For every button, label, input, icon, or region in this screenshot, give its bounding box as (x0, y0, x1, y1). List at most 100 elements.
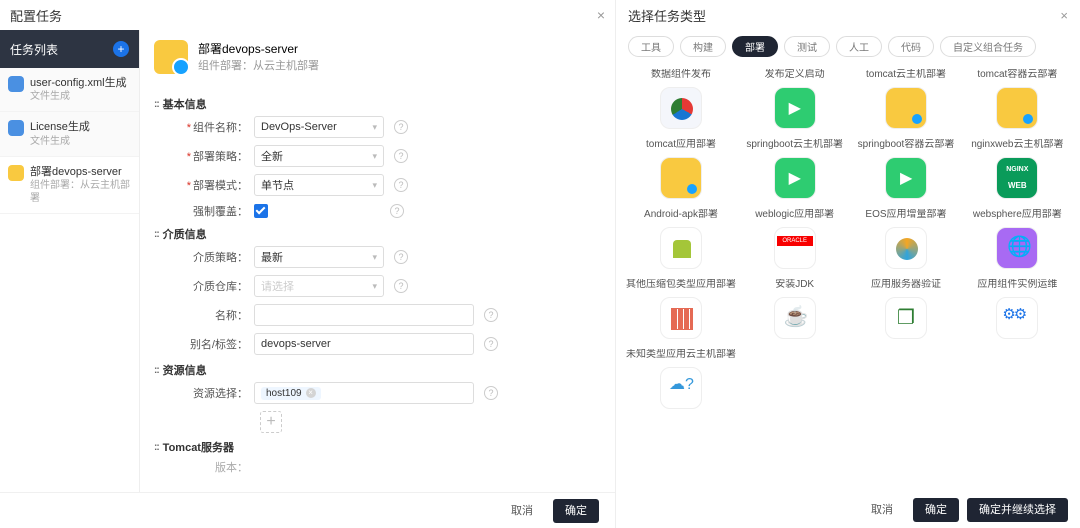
component-select[interactable]: DevOps-Server ▾ (254, 116, 384, 138)
task-type-card[interactable]: 未知类型应用云主机部署 (626, 349, 736, 409)
label-version: 版本： (154, 459, 254, 475)
chevron-down-icon: ▾ (372, 151, 377, 162)
help-icon[interactable]: ? (390, 204, 404, 218)
tab-工具[interactable]: 工具 (628, 36, 674, 57)
label-alias: 别名/标签： (154, 336, 254, 352)
help-icon[interactable]: ? (394, 149, 408, 163)
sidebar-item[interactable]: user-config.xml生成文件生成 (0, 68, 139, 112)
mode-select[interactable]: 单节点 ▾ (254, 174, 384, 196)
andr-icon (660, 227, 702, 269)
name-input[interactable] (254, 304, 474, 326)
task-type-card[interactable]: tomcat云主机部署 (853, 69, 958, 129)
help-icon[interactable]: ? (484, 386, 498, 400)
green-icon (774, 87, 816, 129)
card-label: weblogic应用部署 (755, 209, 834, 221)
task-type-card[interactable]: springboot容器云部署 (853, 139, 958, 199)
label-mode: 部署模式： (193, 180, 248, 192)
right-cancel-button[interactable]: 取消 (859, 498, 905, 522)
sidebar-item-sub: 文件生成 (30, 135, 90, 148)
add-resource-button[interactable]: + (260, 411, 282, 433)
cube-icon (885, 297, 927, 339)
tab-部署[interactable]: 部署 (732, 36, 778, 57)
card-label: 安装JDK (775, 279, 814, 291)
task-type-card[interactable]: EOS应用增量部署 (853, 209, 958, 269)
card-label: nginxweb云主机部署 (971, 139, 1063, 151)
card-label: 应用服务器验证 (871, 279, 941, 291)
task-type-card[interactable]: nginxweb云主机部署 (965, 139, 1070, 199)
tom-icon (885, 87, 927, 129)
task-type-card[interactable]: 发布定义启动 (742, 69, 847, 129)
chevron-down-icon: ▾ (372, 180, 377, 191)
media-repo-select[interactable]: 请选择 ▾ (254, 275, 384, 297)
ok-button[interactable]: 确定 (553, 499, 599, 523)
task-tomcat-icon (154, 40, 188, 74)
gears-icon (996, 297, 1038, 339)
left-close-icon[interactable]: × (597, 7, 605, 23)
task-type-card[interactable]: 其他压缩包类型应用部署 (626, 279, 736, 339)
task-type-card[interactable]: 数据组件发布 (626, 69, 736, 129)
sidebar-item-sub: 组件部署：从云主机部署 (30, 179, 131, 205)
section-media: 介质信息 (154, 226, 601, 242)
help-icon[interactable]: ? (394, 120, 408, 134)
label-media-repo: 介质仓库： (154, 278, 254, 294)
chevron-down-icon: ▾ (372, 122, 377, 133)
right-close-icon[interactable]: × (1060, 8, 1068, 23)
cancel-button[interactable]: 取消 (499, 499, 545, 523)
sidebar-item[interactable]: License生成文件生成 (0, 112, 139, 156)
card-label: Android-apk部署 (644, 209, 718, 221)
task-type-card[interactable]: weblogic应用部署 (742, 209, 847, 269)
tab-测试[interactable]: 测试 (784, 36, 830, 57)
task-type-card[interactable]: tomcat应用部署 (626, 139, 736, 199)
green-icon (885, 157, 927, 199)
sidebar-header: 任务列表 + (0, 30, 139, 68)
tab-代码[interactable]: 代码 (888, 36, 934, 57)
label-force: 强制覆盖： (154, 203, 254, 219)
label-name: 名称： (154, 307, 254, 323)
section-basic: 基本信息 (154, 96, 601, 112)
strategy-select[interactable]: 全新 ▾ (254, 145, 384, 167)
task-type-card[interactable]: Android-apk部署 (626, 209, 736, 269)
java-icon (774, 297, 816, 339)
cloud-icon (660, 367, 702, 409)
sidebar-header-label: 任务列表 (10, 41, 58, 58)
task-icon (8, 76, 24, 92)
tab-自定义组合任务[interactable]: 自定义组合任务 (940, 36, 1036, 57)
task-type-card[interactable]: tomcat容器云部署 (965, 69, 1070, 129)
help-icon[interactable]: ? (394, 279, 408, 293)
help-icon[interactable]: ? (484, 308, 498, 322)
card-label: tomcat云主机部署 (866, 69, 946, 81)
remove-tag-icon[interactable]: × (306, 388, 316, 398)
task-header-title: 部署devops-server (198, 40, 319, 57)
task-type-card[interactable]: 应用服务器验证 (853, 279, 958, 339)
pack-icon (660, 297, 702, 339)
tab-构建[interactable]: 构建 (680, 36, 726, 57)
help-icon[interactable]: ? (394, 250, 408, 264)
oracle-icon (774, 227, 816, 269)
card-label: 发布定义启动 (765, 69, 825, 81)
tab-人工[interactable]: 人工 (836, 36, 882, 57)
right-ok-button[interactable]: 确定 (913, 498, 959, 522)
card-label: 数据组件发布 (651, 69, 711, 81)
chevron-down-icon: ▾ (372, 281, 377, 292)
task-type-card[interactable]: 应用组件实例运维 (965, 279, 1070, 339)
help-icon[interactable]: ? (484, 337, 498, 351)
help-icon[interactable]: ? (394, 178, 408, 192)
label-media-strategy: 介质策略： (154, 249, 254, 265)
task-type-card[interactable]: 安装JDK (742, 279, 847, 339)
alias-input[interactable]: devops-server (254, 333, 474, 355)
card-label: EOS应用增量部署 (865, 209, 946, 221)
task-icon (8, 165, 24, 181)
sidebar-item-sub: 文件生成 (30, 90, 127, 103)
tom-icon (996, 87, 1038, 129)
right-panel-title: 选择任务类型 (628, 6, 706, 25)
task-type-card[interactable]: springboot云主机部署 (742, 139, 847, 199)
right-ok-continue-button[interactable]: 确定并继续选择 (967, 498, 1068, 522)
force-checkbox[interactable] (254, 204, 268, 218)
sidebar-item[interactable]: 部署devops-server组件部署：从云主机部署 (0, 157, 139, 214)
add-task-button[interactable]: + (113, 41, 129, 57)
task-type-card[interactable]: websphere应用部署 (965, 209, 1070, 269)
media-strategy-select[interactable]: 最新 ▾ (254, 246, 384, 268)
card-label: 其他压缩包类型应用部署 (626, 279, 736, 291)
label-resource: 资源选择： (154, 385, 254, 401)
resource-select[interactable]: host109× (254, 382, 474, 404)
